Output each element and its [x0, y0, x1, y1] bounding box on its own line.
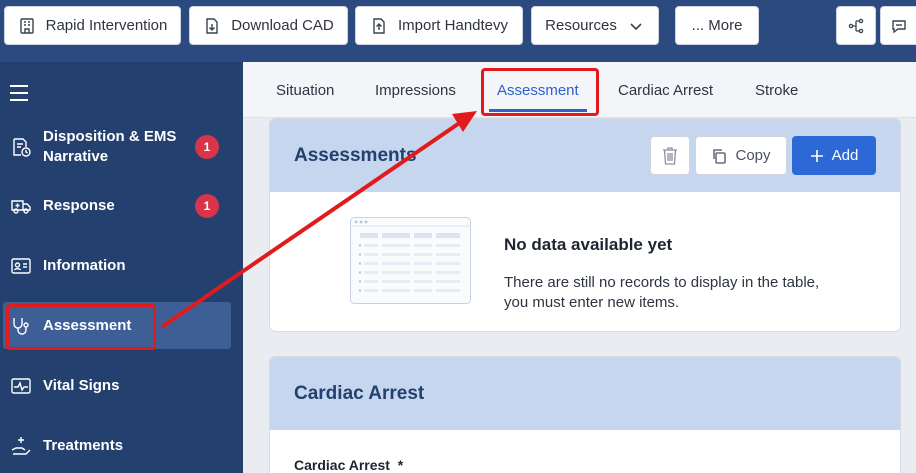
notification-badge: 1: [195, 135, 219, 159]
tab-stroke[interactable]: Stroke: [755, 62, 798, 118]
rapid-intervention-button[interactable]: Rapid Intervention: [4, 6, 181, 45]
card-header: Cardiac Arrest: [270, 357, 900, 430]
sidebar-item-treatments[interactable]: Treatments: [0, 426, 243, 466]
card-header: Assessments Copy Add: [270, 119, 900, 192]
heart-monitor-icon: [11, 378, 31, 394]
sidebar-item-label: Disposition & EMS: [43, 128, 177, 145]
copy-icon: [713, 148, 727, 164]
ambulance-icon: [11, 200, 31, 214]
empty-state-text: There are still no records to display in…: [504, 274, 820, 311]
top-toolbar: Rapid Intervention Download CAD Import H…: [0, 0, 916, 62]
main-content: Assessments Copy Add No data available y…: [243, 118, 916, 473]
download-cad-button[interactable]: Download CAD: [189, 6, 348, 45]
sidebar: Disposition & EMS Narrative 1 Response 1 …: [0, 62, 243, 473]
resources-dropdown[interactable]: Resources: [531, 6, 659, 45]
card-title: Cardiac Arrest: [294, 383, 425, 404]
workflow-button[interactable]: [836, 6, 876, 45]
tab-cardiac-arrest[interactable]: Cardiac Arrest: [618, 62, 713, 118]
menu-toggle-icon[interactable]: [10, 85, 28, 101]
cardiac-arrest-field-label: Cardiac Arrest *: [294, 457, 404, 473]
building-icon: [19, 17, 34, 34]
document-clock-icon: [13, 138, 31, 157]
chat-icon: [891, 19, 906, 33]
cardiac-arrest-card: Cardiac Arrest Cardiac Arrest *: [269, 356, 901, 473]
card-title: Assessments: [294, 145, 417, 166]
delete-button[interactable]: [650, 136, 690, 175]
sidebar-item-assessment[interactable]: Assessment: [3, 302, 231, 349]
add-button[interactable]: Add: [792, 136, 876, 175]
section-tabs: Situation Impressions Assessment Cardiac…: [243, 62, 916, 118]
sidebar-item-label: Response: [43, 197, 115, 214]
assessments-card: Assessments Copy Add No data available y…: [269, 118, 901, 332]
sidebar-item-vital-signs[interactable]: Vital Signs: [0, 366, 243, 406]
chat-button[interactable]: [880, 6, 916, 45]
notification-badge: 1: [195, 194, 219, 218]
copy-button[interactable]: Copy: [695, 136, 787, 175]
sidebar-item-label: Assessment: [43, 316, 132, 334]
file-download-icon: [206, 17, 218, 34]
tab-situation[interactable]: Situation: [276, 62, 334, 118]
sidebar-item-label: Treatments: [43, 437, 124, 454]
sidebar-item-label: Information: [43, 257, 126, 274]
workflow-icon: [848, 18, 864, 33]
plus-icon: [810, 149, 823, 162]
sidebar-item-information[interactable]: Information: [0, 246, 243, 286]
tab-impressions[interactable]: Impressions: [375, 62, 456, 118]
empty-state-title: No data available yet: [504, 235, 673, 254]
import-handtevy-button[interactable]: Import Handtevy: [355, 6, 523, 45]
chevron-down-icon: [630, 22, 642, 30]
sidebar-item-label: Vital Signs: [43, 377, 120, 394]
sidebar-item-disposition[interactable]: Disposition & EMS Narrative 1: [0, 124, 243, 170]
sidebar-item-response[interactable]: Response 1: [0, 186, 243, 226]
more-button[interactable]: ... More: [675, 6, 759, 45]
trash-icon: [663, 146, 677, 165]
tab-assessment[interactable]: Assessment: [489, 62, 587, 118]
sidebar-item-label: Narrative: [43, 148, 109, 165]
id-card-icon: [11, 258, 31, 274]
stethoscope-icon: [13, 317, 29, 335]
file-import-icon: [373, 17, 385, 34]
empty-table-illustration: [350, 217, 471, 304]
hand-medical-icon: [11, 437, 31, 455]
